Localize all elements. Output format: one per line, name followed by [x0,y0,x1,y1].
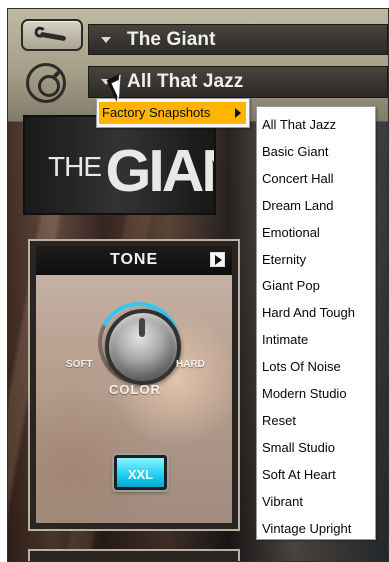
snapshot-option[interactable]: All That Jazz [262,111,372,138]
snapshot-name: All That Jazz [127,71,244,92]
hard-label: HARD [176,359,205,370]
tone-panel: TONE SOFT HARD COLOR XXL [28,239,240,531]
brand-hero: THE GIANT [23,115,216,215]
submenu-arrow-icon [235,108,241,118]
snapshot-option[interactable]: Vintage Upright [262,515,372,542]
brand-prefix: THE [48,151,102,182]
badge-icon [26,63,66,103]
snapshot-option[interactable]: Concert Hall [262,165,372,192]
instrument-selector[interactable]: The Giant [88,24,388,55]
factory-snapshots-item[interactable]: Factory Snapshots [99,102,246,124]
snapshot-option[interactable]: Vibrant [262,488,372,515]
snapshot-option[interactable]: Basic Giant [262,138,372,165]
brand-logo: THE GIANT [48,137,214,205]
snapshot-option[interactable]: Soft At Heart [262,461,372,488]
color-label: COLOR [109,382,161,397]
xxl-button[interactable]: XXL [114,455,167,490]
settings-button[interactable] [21,19,83,51]
snapshot-option[interactable]: Reset [262,407,372,434]
tone-header: TONE [36,246,232,275]
instrument-logo-button[interactable] [22,61,76,109]
snapshot-option[interactable]: Emotional [262,219,372,246]
soft-label: SOFT [66,359,93,370]
next-panel-edge [28,549,240,561]
snapshot-option[interactable]: Modern Studio [262,380,372,407]
snapshot-option[interactable]: Giant Pop [262,272,372,299]
brand-name: GIANT [105,138,214,204]
play-icon [215,255,222,265]
factory-snapshots-label: Factory Snapshots [102,105,211,120]
snapshot-option[interactable]: Intimate [262,326,372,353]
chevron-down-icon [101,37,111,43]
factory-snapshots-menu: Factory Snapshots [96,98,250,128]
snapshot-option[interactable]: Eternity [262,246,372,273]
snapshot-submenu: All That Jazz Basic Giant Concert Hall Drea… [256,106,376,540]
snapshot-option[interactable]: Small Studio [262,434,372,461]
tone-title: TONE [110,251,159,268]
play-button[interactable] [210,252,225,267]
color-knob[interactable] [105,309,181,385]
snapshot-option[interactable]: Hard And Tough [262,299,372,326]
snapshot-option[interactable]: Dream Land [262,192,372,219]
instrument-name: The Giant [127,29,216,50]
snapshot-selector[interactable]: All That Jazz [88,66,388,98]
wrench-icon [39,31,67,42]
snapshot-option[interactable]: Lots Of Noise [262,353,372,380]
